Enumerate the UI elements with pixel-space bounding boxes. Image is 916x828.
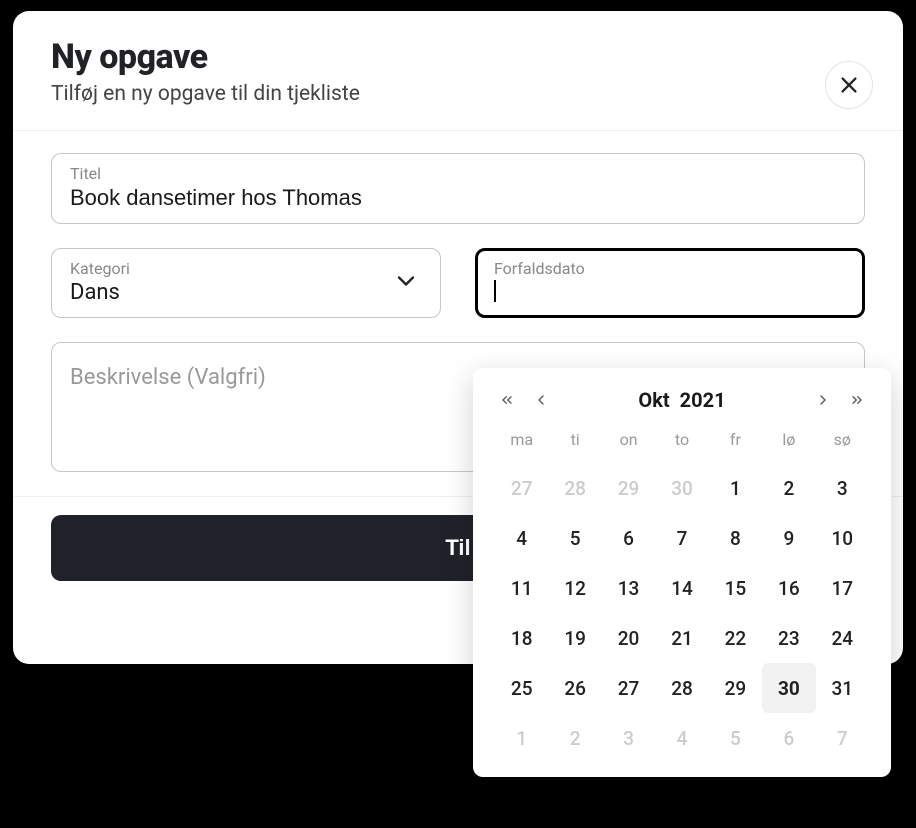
calendar-day[interactable]: 3 — [816, 463, 869, 513]
prev-month-button[interactable] — [529, 388, 553, 412]
calendar-dow: on — [602, 430, 655, 463]
calendar-dow: to — [655, 430, 708, 463]
calendar-day[interactable]: 30 — [762, 663, 815, 713]
calendar-day[interactable]: 25 — [495, 663, 548, 713]
calendar-day[interactable]: 31 — [816, 663, 869, 713]
calendar-day[interactable]: 10 — [816, 513, 869, 563]
calendar-day[interactable]: 24 — [816, 613, 869, 663]
date-picker-popup: Okt 2021 mationtofrløsø27282930123456789… — [473, 368, 891, 777]
calendar-day[interactable]: 7 — [816, 713, 869, 763]
calendar-day[interactable]: 27 — [602, 663, 655, 713]
calendar-day[interactable]: 23 — [762, 613, 815, 663]
chevron-right-icon — [815, 392, 831, 408]
calendar-day[interactable]: 4 — [655, 713, 708, 763]
calendar-header: Okt 2021 — [495, 388, 869, 412]
close-icon — [838, 74, 860, 96]
chevrons-left-icon — [499, 392, 515, 408]
calendar-day[interactable]: 21 — [655, 613, 708, 663]
calendar-day[interactable]: 2 — [548, 713, 601, 763]
prev-year-button[interactable] — [495, 388, 519, 412]
calendar-year: 2021 — [680, 388, 726, 412]
close-button[interactable] — [825, 61, 873, 109]
calendar-day[interactable]: 16 — [762, 563, 815, 613]
calendar-day[interactable]: 1 — [709, 463, 762, 513]
dialog-header: Ny opgave Tilføj en ny opgave til din tj… — [13, 11, 903, 130]
calendar-day[interactable]: 15 — [709, 563, 762, 613]
calendar-dow: ma — [495, 430, 548, 463]
title-label: Titel — [70, 164, 846, 183]
calendar-day[interactable]: 3 — [602, 713, 655, 763]
category-label: Kategori — [70, 259, 422, 278]
calendar-day[interactable]: 5 — [709, 713, 762, 763]
category-value: Dans — [70, 280, 422, 305]
calendar-month: Okt — [638, 388, 669, 412]
calendar-day[interactable]: 30 — [655, 463, 708, 513]
calendar-day[interactable]: 27 — [495, 463, 548, 513]
calendar-day[interactable]: 6 — [762, 713, 815, 763]
due-date-field[interactable]: Forfaldsdato — [475, 248, 865, 318]
due-date-label: Forfaldsdato — [494, 259, 846, 278]
calendar-day[interactable]: 28 — [655, 663, 708, 713]
calendar-day[interactable]: 9 — [762, 513, 815, 563]
calendar-day[interactable]: 4 — [495, 513, 548, 563]
calendar-day[interactable]: 26 — [548, 663, 601, 713]
dialog-subtitle: Tilføj en ny opgave til din tjekliste — [51, 82, 865, 106]
calendar-day[interactable]: 17 — [816, 563, 869, 613]
title-input[interactable] — [70, 185, 846, 211]
calendar-day[interactable]: 7 — [655, 513, 708, 563]
chevron-down-icon — [392, 267, 420, 299]
calendar-title: Okt 2021 — [638, 388, 725, 412]
calendar-day[interactable]: 13 — [602, 563, 655, 613]
calendar-day[interactable]: 8 — [709, 513, 762, 563]
calendar-dow: lø — [762, 430, 815, 463]
calendar-dow: fr — [709, 430, 762, 463]
title-field[interactable]: Titel — [51, 153, 865, 224]
calendar-day[interactable]: 18 — [495, 613, 548, 663]
next-month-button[interactable] — [811, 388, 835, 412]
calendar-day[interactable]: 28 — [548, 463, 601, 513]
calendar-grid: mationtofrløsø27282930123456789101112131… — [495, 430, 869, 763]
due-date-input[interactable] — [494, 280, 846, 302]
calendar-day[interactable]: 6 — [602, 513, 655, 563]
calendar-day[interactable]: 14 — [655, 563, 708, 613]
calendar-day[interactable]: 22 — [709, 613, 762, 663]
chevrons-right-icon — [849, 392, 865, 408]
category-field[interactable]: Kategori Dans — [51, 248, 441, 318]
calendar-day[interactable]: 29 — [602, 463, 655, 513]
calendar-day[interactable]: 1 — [495, 713, 548, 763]
next-year-button[interactable] — [845, 388, 869, 412]
calendar-day[interactable]: 12 — [548, 563, 601, 613]
calendar-day[interactable]: 29 — [709, 663, 762, 713]
calendar-dow: ti — [548, 430, 601, 463]
chevron-left-icon — [533, 392, 549, 408]
calendar-day[interactable]: 19 — [548, 613, 601, 663]
calendar-day[interactable]: 2 — [762, 463, 815, 513]
calendar-day[interactable]: 5 — [548, 513, 601, 563]
calendar-day[interactable]: 20 — [602, 613, 655, 663]
calendar-dow: sø — [816, 430, 869, 463]
calendar-day[interactable]: 11 — [495, 563, 548, 613]
dialog-title: Ny opgave — [51, 39, 865, 76]
